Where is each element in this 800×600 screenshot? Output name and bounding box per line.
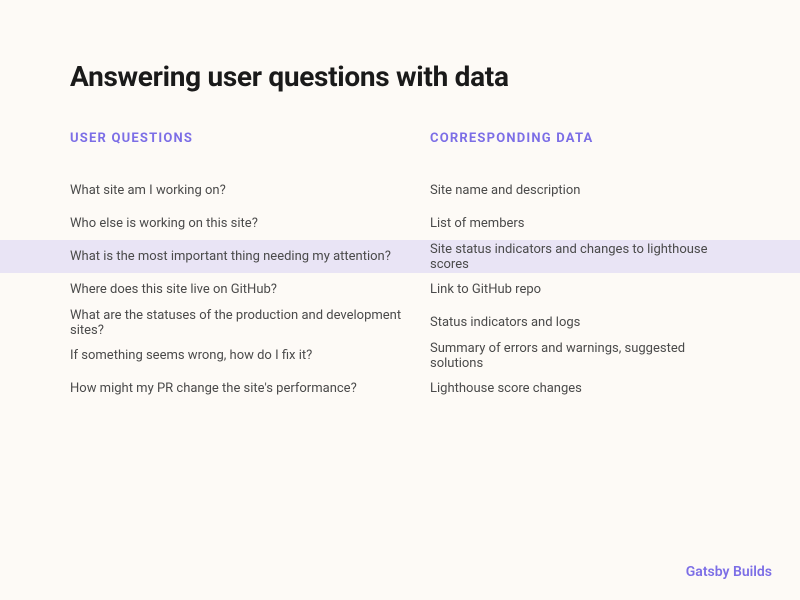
table-row: What is the most important thing needing… [0, 240, 800, 273]
data-cell: Summary of errors and warnings, suggeste… [430, 341, 730, 371]
data-cell: Link to GitHub repo [430, 282, 730, 297]
page-title: Answering user questions with data [70, 60, 730, 93]
main-container: Answering user questions with data USER … [0, 0, 800, 405]
data-table: USER QUESTIONS CORRESPONDING DATA What s… [70, 131, 730, 405]
data-cell: Site status indicators and changes to li… [430, 242, 730, 272]
table-row: What are the statuses of the production … [70, 306, 730, 339]
table-row: How might my PR change the site's perfor… [70, 372, 730, 405]
table-header-row: USER QUESTIONS CORRESPONDING DATA [70, 131, 730, 146]
table-row: Who else is working on this site?List of… [70, 207, 730, 240]
question-cell: What site am I working on? [70, 183, 430, 198]
data-cell: List of members [430, 216, 730, 231]
question-cell: Who else is working on this site? [70, 216, 430, 231]
footer-brand: Gatsby Builds [686, 564, 772, 580]
table-body: What site am I working on?Site name and … [70, 174, 730, 405]
data-cell: Lighthouse score changes [430, 381, 730, 396]
question-cell: What are the statuses of the production … [70, 308, 430, 338]
table-row: If something seems wrong, how do I fix i… [70, 339, 730, 372]
question-cell: If something seems wrong, how do I fix i… [70, 348, 430, 363]
table-row: Where does this site live on GitHub?Link… [70, 273, 730, 306]
data-cell: Site name and description [430, 183, 730, 198]
question-cell: What is the most important thing needing… [70, 249, 430, 264]
data-cell: Status indicators and logs [430, 315, 730, 330]
question-cell: Where does this site live on GitHub? [70, 282, 430, 297]
question-cell: How might my PR change the site's perfor… [70, 381, 430, 396]
column-header-data: CORRESPONDING DATA [430, 131, 730, 146]
table-row: What site am I working on?Site name and … [70, 174, 730, 207]
column-header-questions: USER QUESTIONS [70, 131, 430, 146]
